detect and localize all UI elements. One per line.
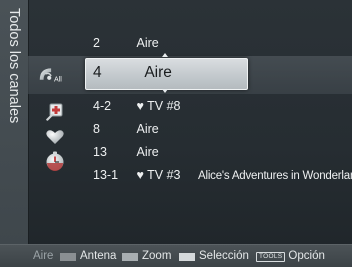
blue-button-swatch [179, 252, 195, 261]
channel-row[interactable]: 13 Aire [93, 142, 159, 162]
channel-name: Aire [144, 64, 172, 81]
mode-label: Aire [33, 250, 54, 262]
all-label: All [54, 76, 62, 84]
category-icon-column: All [28, 0, 82, 244]
screen-title: Todos los canales [6, 8, 22, 124]
channel-name: Aire [136, 122, 159, 136]
channel-number: 4-2 [93, 99, 112, 113]
channel-row[interactable]: 8 Aire [93, 119, 159, 139]
program-title: Alice's Adventures in Wonderland [198, 170, 352, 182]
option-button[interactable]: TOOLS Opción [256, 245, 325, 267]
timer-clock-icon[interactable] [38, 148, 72, 174]
add-channel-icon[interactable] [38, 98, 72, 124]
mode-label-item: Aire [33, 245, 53, 267]
channel-number: 4 [93, 64, 102, 81]
zoom-label: Zoom [142, 250, 172, 262]
channel-name: ♥ TV #3 [136, 168, 181, 182]
gray-button-swatch [60, 252, 76, 261]
channel-number: 8 [93, 122, 100, 136]
title-band: Todos los canales [0, 0, 29, 244]
scroll-down-icon[interactable] [162, 89, 168, 93]
antenna-button[interactable]: Antena [60, 245, 116, 267]
channel-row[interactable]: 13-1 ♥ TV #3 Alice's Adventures in Wonde… [93, 165, 352, 185]
select-button[interactable]: Selección [179, 245, 249, 267]
channel-row[interactable]: 2 Aire [93, 33, 159, 53]
channel-list-screen: Todos los canales All 2 Aire 4 Aire 4-2 … [0, 0, 352, 267]
channel-number: 13 [93, 145, 107, 159]
channel-number: 13-1 [93, 168, 119, 182]
antenna-label: Antena [80, 250, 117, 262]
footer-legend: Aire Antena Zoom Selección TOOLS Opción [0, 244, 352, 267]
select-label: Selección [199, 250, 249, 262]
zoom-button[interactable]: Zoom [122, 245, 171, 267]
channel-row-selected[interactable]: 4 Aire [93, 63, 172, 83]
tools-badge: TOOLS [256, 251, 286, 262]
channel-row[interactable]: 4-2 ♥ TV #8 [93, 96, 181, 116]
option-label: Opción [288, 250, 325, 262]
antenna-air-icon[interactable]: All [36, 62, 70, 88]
favorite-heart-icon[interactable] [38, 124, 72, 150]
yellow-button-swatch [122, 252, 138, 261]
scroll-up-icon[interactable] [162, 53, 168, 57]
channel-name: Aire [136, 36, 159, 50]
channel-number: 2 [93, 36, 100, 50]
channel-name: Aire [136, 145, 159, 159]
channel-name: ♥ TV #8 [136, 99, 181, 113]
